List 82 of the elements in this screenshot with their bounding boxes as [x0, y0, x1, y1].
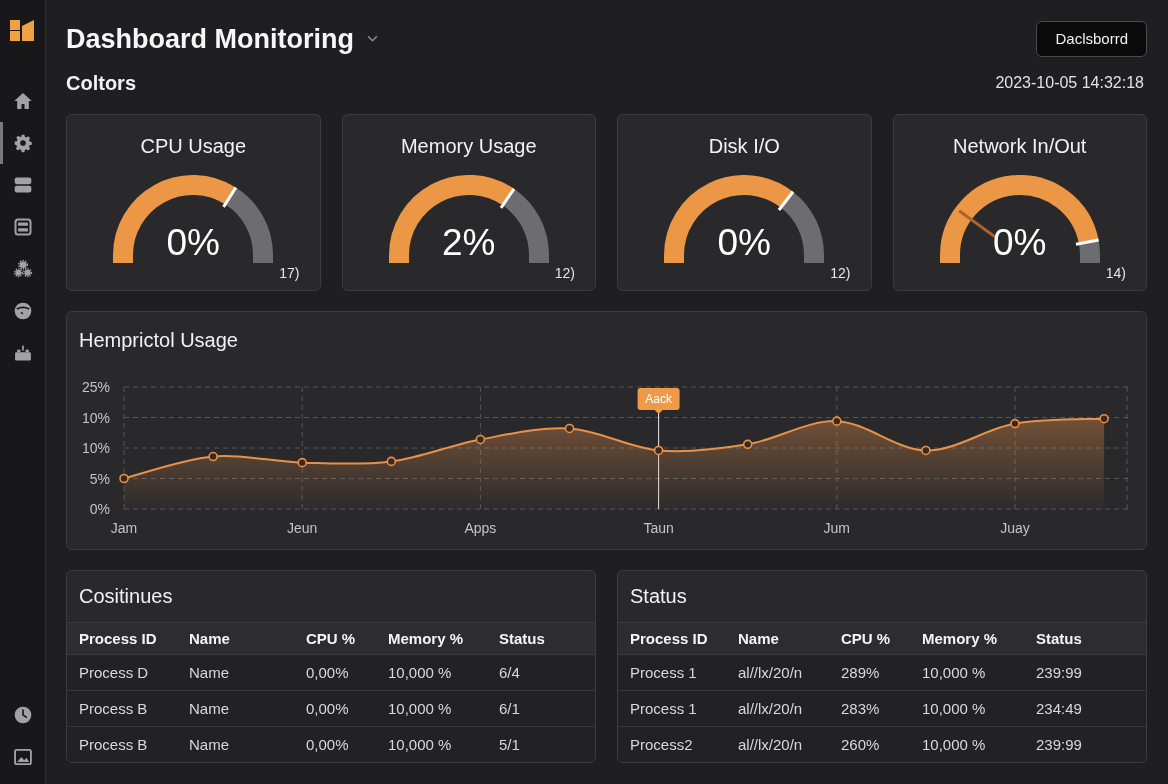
table-cell-text: Process2	[630, 736, 694, 753]
section-title: Coltors	[66, 71, 136, 95]
table-cell-text: 10,000 %	[922, 700, 987, 717]
gauge-value: 0%	[993, 223, 1047, 263]
table-cell-text: Process B	[79, 700, 149, 717]
timestamp: 2023-10-05 14:32:18	[995, 74, 1144, 92]
table-cell-text: 10,000 %	[388, 700, 453, 717]
column-header: CPU %	[841, 630, 892, 647]
axis-label: 10%	[81, 440, 110, 456]
table-title: Status	[630, 585, 687, 608]
table-cell-text: 5/1	[499, 736, 521, 753]
column-header: Name	[738, 630, 780, 647]
gauge-caption: 12)	[554, 265, 575, 281]
table-cell-text: 10,000 %	[922, 664, 987, 681]
axis-label: 10%	[81, 409, 110, 426]
cogs-icon	[12, 259, 33, 279]
table-cell-text: Name	[189, 700, 230, 717]
dashboard-button[interactable]: Daclsborrd	[1036, 20, 1147, 57]
axis-label: Juay	[1000, 520, 1030, 536]
table-cell-text: 239:99	[1036, 736, 1083, 753]
gauge-title: Disk I/O	[708, 135, 780, 157]
image-icon	[12, 747, 33, 767]
axis-label: Jum	[823, 520, 851, 536]
table-cell-text: Process B	[79, 736, 149, 753]
table-cell-text: Process 1	[630, 700, 698, 717]
table-cell-text: al//lx/20/n	[738, 736, 804, 753]
gauge-value: 2%	[442, 223, 496, 263]
table-cell-text: 0,00%	[306, 700, 350, 717]
home-icon	[12, 91, 33, 111]
table-cell-text: 239:99	[1036, 664, 1083, 681]
table-cell-text: 6/1	[499, 700, 521, 717]
table-cell-text: 0,00%	[306, 664, 350, 681]
axis-label: 25%	[81, 379, 110, 395]
gear-icon	[12, 133, 33, 153]
gauge-value: 0%	[166, 223, 220, 263]
table-cell-text: 10,000 %	[388, 664, 453, 681]
table-cell-text: 260%	[841, 736, 881, 753]
column-header: Process ID	[630, 630, 709, 647]
table-cell-text: 10,000 %	[922, 736, 987, 753]
logo-icon	[10, 20, 34, 41]
axis-label: Apps	[464, 520, 497, 536]
table-title: Cositinues	[79, 585, 173, 608]
table-cell-text: 289%	[841, 664, 881, 681]
storage-icon	[12, 217, 33, 237]
column-header: Process ID	[79, 630, 158, 647]
table-cell-text: Name	[189, 736, 230, 753]
chart-title: Hemprictol Usage	[79, 329, 238, 352]
axis-label: 5%	[89, 470, 110, 487]
chart-tooltip: Aack	[637, 388, 680, 414]
stack-icon	[12, 175, 33, 195]
column-header: Memory %	[922, 630, 999, 647]
device-icon	[12, 343, 33, 363]
gauge-caption: 17)	[279, 265, 300, 281]
gauge-caption: 12)	[830, 265, 851, 281]
axis-label: Taun	[643, 520, 674, 536]
table-cell-text: al//lx/20/n	[738, 664, 804, 681]
column-header: Name	[189, 630, 231, 647]
gauge-title: Memory Usage	[400, 135, 537, 157]
table-cell-text: 283%	[841, 700, 881, 717]
page-title: Dashboard Monitoring	[66, 22, 354, 56]
gauge-title: CPU Usage	[140, 135, 247, 157]
axis-label: Jeun	[287, 520, 318, 536]
table-cell-text: Name	[189, 664, 230, 681]
table-cell-text: 6/4	[499, 664, 521, 681]
dial-icon	[12, 301, 33, 321]
table-cell-text: Process 1	[630, 664, 698, 681]
gauge-caption: 14)	[1105, 265, 1126, 281]
table-cell-text: 0,00%	[306, 736, 350, 753]
axis-label: 0%	[89, 501, 110, 517]
column-header: Memory %	[388, 630, 465, 647]
column-header: CPU %	[306, 630, 357, 647]
table-cell-text: 234:49	[1036, 700, 1083, 717]
gauge-value: 0%	[717, 223, 771, 263]
column-header: Status	[499, 630, 546, 647]
table-cell-text: al//lx/20/n	[738, 700, 804, 717]
chevron-down-icon[interactable]	[367, 35, 378, 42]
axis-label: Jam	[110, 520, 138, 536]
gauge-title: Network In/Out	[953, 135, 1087, 157]
table-cell-text: 10,000 %	[388, 736, 453, 753]
table-cell-text: Process D	[79, 664, 150, 681]
column-header: Status	[1036, 630, 1083, 647]
clock-icon	[12, 705, 33, 725]
